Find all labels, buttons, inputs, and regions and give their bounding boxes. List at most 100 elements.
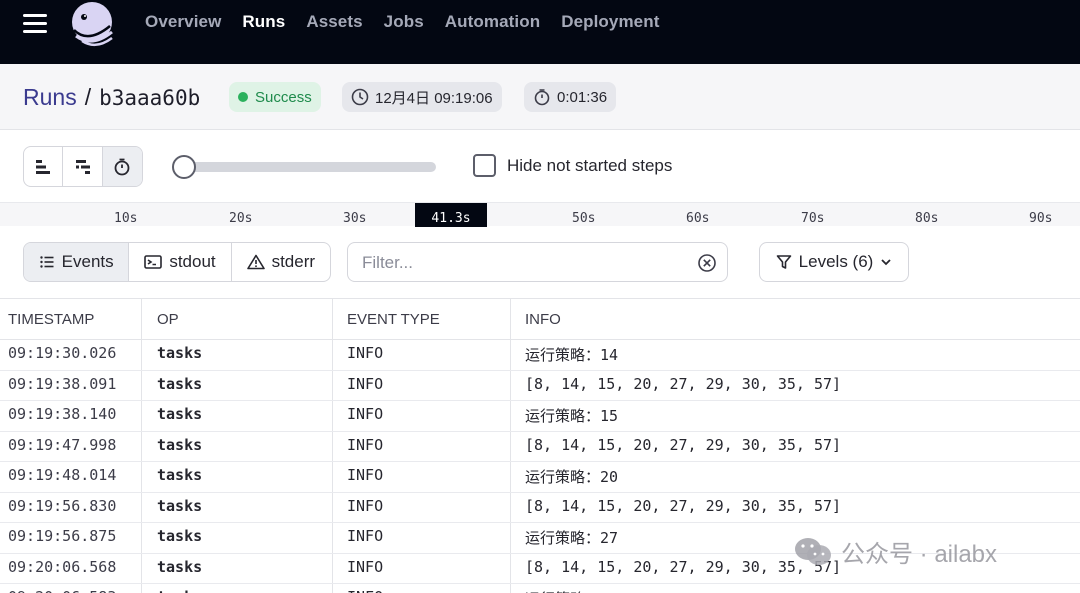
nav-overview[interactable]: Overview [145,12,221,32]
duration-badge: 0:01:36 [524,82,617,112]
nav-deployment[interactable]: Deployment [561,12,659,32]
cell-info: 运行策略：20 [525,468,619,486]
table-row[interactable]: 09:19:38.091 tasks INFO [8, 14, 15, 20, 27,… [0,371,1080,401]
nav-assets[interactable]: Assets [306,12,362,32]
cell-timestamp: 09:19:30.026 [8,344,117,362]
list-icon [39,256,54,268]
hide-not-started-toggle[interactable]: Hide not started steps [473,154,672,177]
log-type-tabs: Events stdout stderr [23,242,331,282]
cell-op: tasks [157,496,203,515]
breadcrumb: Runs / b3aaa60b [23,84,200,111]
tab-stderr[interactable]: stderr [232,243,330,281]
table-row[interactable]: 09:19:30.026 tasks INFO 运行策略：14 [0,340,1080,371]
nav-runs[interactable]: Runs [242,12,285,32]
terminal-icon [144,255,163,269]
table-row[interactable]: 09:19:48.014 tasks INFO 运行策略：20 [0,462,1080,493]
table-row[interactable]: 09:20:06.583 tasks INFO 运行策略：29 [0,584,1080,593]
stopwatch-icon [114,158,130,175]
top-nav: Overview Runs Assets Jobs Automation Dep… [0,0,1080,64]
cell-event-type: INFO [347,588,383,593]
cell-op: tasks [157,588,202,593]
cell-event-type: INFO [347,374,384,393]
filter-funnel-icon [776,255,791,269]
timeline-tick: 50s [572,211,596,226]
breadcrumb-separator: / [84,84,92,110]
menu-icon[interactable] [23,14,49,34]
breadcrumb-runs-link[interactable]: Runs [23,84,77,111]
clear-filter-icon[interactable] [697,253,717,273]
warning-icon [246,254,265,270]
waterfall-icon [36,159,51,174]
cell-info: [8, 14, 15, 20, 27, 29, 30, 35, 57] [525,496,842,515]
cell-info: 运行策略：29 [525,588,618,593]
cell-event-type: INFO [347,405,384,423]
status-text: Success [255,88,312,106]
table-row[interactable]: 09:19:56.830 tasks INFO [8, 14, 15, 20, 27,… [0,493,1080,523]
timeline-tick: 60s [686,211,710,226]
start-time: 12月4日 09:19:06 [375,89,493,107]
cell-op: tasks [157,374,203,393]
cell-timestamp: 09:19:56.875 [8,527,117,545]
cell-op: tasks [157,557,203,576]
stopwatch-icon [534,89,550,106]
table-row[interactable]: 09:19:47.998 tasks INFO [8, 14, 15, 20, 27,… [0,432,1080,462]
cell-event-type: INFO [347,527,384,545]
cell-timestamp: 09:19:47.998 [8,435,117,454]
cell-event-type: INFO [347,557,384,576]
filter-input[interactable] [362,252,682,274]
timeline-view-button[interactable] [63,147,103,186]
column-header-timestamp[interactable]: TIMESTAMP [8,311,94,328]
nav-automation[interactable]: Automation [445,12,540,32]
timeline-tick: 90s [1029,211,1053,226]
cell-timestamp: 09:19:38.091 [8,374,117,393]
column-header-event-type[interactable]: EVENT TYPE [347,311,440,328]
cell-info: [8, 14, 15, 20, 27, 29, 30, 35, 57] [525,374,842,393]
nav-jobs[interactable]: Jobs [384,12,424,32]
cell-op: tasks [157,344,203,362]
cell-info: 运行策略：14 [525,346,619,364]
zoom-slider-track[interactable] [178,162,436,172]
cell-op: tasks [157,466,203,484]
filter-field [347,242,728,282]
cell-info: [8, 14, 15, 20, 27, 29, 30, 35, 57] [525,435,842,454]
tab-events[interactable]: Events [24,243,130,281]
cell-timestamp: 09:20:06.568 [8,557,117,576]
watermark: 公众号 · ailabx [793,534,997,569]
timeline-tick: 70s [801,211,825,226]
run-id: b3aaa60b [99,85,201,110]
table-header: TIMESTAMP OP EVENT TYPE INFO [0,299,1080,340]
cell-event-type: INFO [347,344,384,362]
tab-events-label: Events [61,252,114,271]
chevron-down-icon [881,259,891,266]
cell-event-type: INFO [347,496,384,515]
timeline-cursor[interactable]: 41.3s [415,203,487,227]
cell-event-type: INFO [347,466,384,484]
run-header: Runs / b3aaa60b Success 12月4日 09:19:06 0… [0,64,1080,130]
tab-stdout-label: stdout [169,252,216,271]
status-dot-icon [238,92,248,102]
cell-op: tasks [157,435,203,454]
table-row[interactable]: 09:19:38.140 tasks INFO 运行策略：15 [0,401,1080,432]
zoom-slider[interactable] [172,155,436,179]
duration-view-button[interactable] [102,147,142,186]
cell-event-type: INFO [347,435,384,454]
duration: 0:01:36 [557,88,608,106]
cell-op: tasks [157,405,203,423]
timeline-tick: 30s [343,211,367,226]
tab-stdout[interactable]: stdout [129,243,232,281]
cell-timestamp: 09:19:38.140 [8,405,117,423]
column-header-op[interactable]: OP [157,311,179,328]
waterfall-view-button[interactable] [24,147,64,186]
cell-timestamp: 09:19:56.830 [8,496,117,515]
dagster-logo[interactable] [66,0,118,52]
timeline-tick: 10s [114,211,138,226]
levels-dropdown[interactable]: Levels (6) [759,242,909,282]
gantt-icon [75,159,90,174]
zoom-slider-thumb[interactable] [172,155,196,179]
column-header-info[interactable]: INFO [525,311,561,328]
cell-timestamp: 09:19:48.014 [8,466,117,484]
hide-not-started-checkbox[interactable] [473,154,496,177]
nav-links: Overview Runs Assets Jobs Automation Dep… [145,12,680,32]
timeline-tick: 20s [229,211,253,226]
levels-label: Levels (6) [798,252,874,271]
